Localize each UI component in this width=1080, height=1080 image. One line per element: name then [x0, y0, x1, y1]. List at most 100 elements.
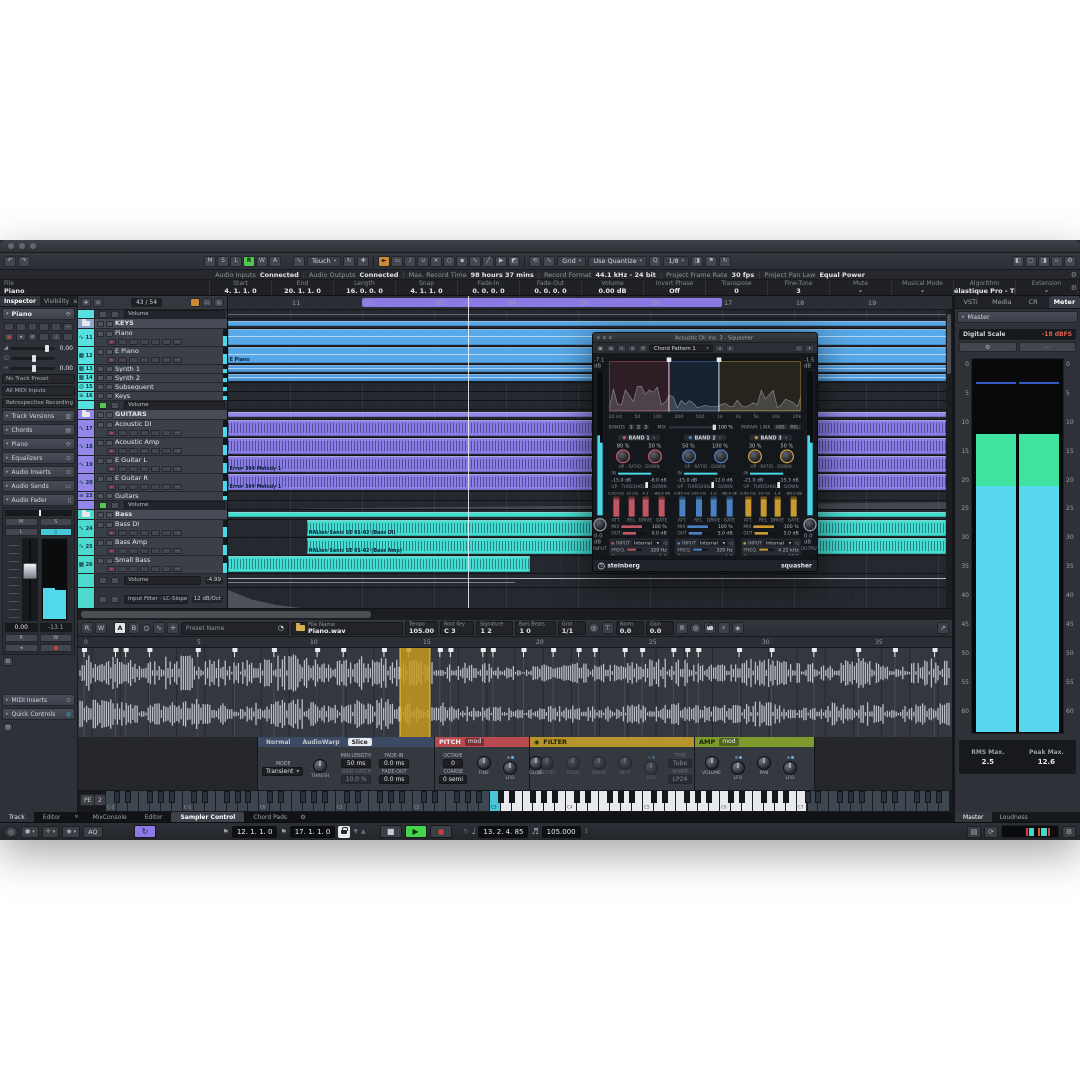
black-key[interactable] [761, 791, 767, 803]
automation-icon[interactable]: ∿ [293, 256, 305, 267]
mute-button[interactable] [97, 393, 104, 399]
more-button[interactable]: ⋯ [173, 530, 182, 536]
crossover-2-handle[interactable] [718, 357, 719, 412]
arrange-row-volume[interactable] [228, 310, 946, 319]
black-key[interactable] [925, 791, 931, 803]
edit-channel-button[interactable] [129, 466, 138, 472]
mute-button[interactable] [97, 476, 104, 482]
info-field-file[interactable]: FilePiano [0, 280, 210, 295]
info-gear-icon[interactable]: ⚙ [1071, 284, 1077, 292]
black-key[interactable] [859, 791, 865, 803]
mute-button[interactable] [97, 440, 104, 446]
envelope-slider[interactable] [761, 497, 767, 517]
mute-button[interactable] [97, 384, 104, 390]
inspector-track-header[interactable]: ▾ Piano ⟳ [2, 308, 75, 320]
close-editor-icon[interactable]: ✕ [69, 812, 83, 822]
black-key[interactable] [837, 791, 843, 803]
meter-reset-icon[interactable]: ⋯ [1019, 342, 1077, 352]
punch-mode-combo[interactable]: ✛▾ [42, 826, 60, 838]
timewarp-tool-icon[interactable]: ∿ [469, 256, 481, 267]
inspector-settings-gear-icon[interactable]: ⚙ [3, 723, 13, 732]
right-locator-value[interactable]: 17. 1. 1. 0 [290, 826, 336, 838]
track-e-piano[interactable]: ▦12E Piano⋯ [78, 347, 227, 365]
lane-button[interactable] [51, 323, 61, 331]
read-button[interactable] [151, 548, 160, 554]
tab-vsti[interactable]: VSTi [955, 296, 986, 308]
flip-icon[interactable]: Я [676, 622, 688, 634]
black-key[interactable] [399, 791, 405, 803]
sync-icon[interactable]: ⟳ [984, 826, 998, 838]
color-tool-icon[interactable]: ◩ [508, 256, 520, 267]
record-enable-button[interactable] [4, 333, 14, 341]
timebase-button[interactable]: ♩ [51, 333, 61, 341]
up-knob[interactable] [748, 449, 762, 463]
status-value[interactable]: Equal Power [819, 271, 864, 279]
row-input-filter-lc-slope[interactable]: Input Filter - LC-Slope12 dB/Oct [78, 588, 227, 608]
plugin-copy-icon[interactable]: ⊕ [628, 344, 637, 351]
solo-button[interactable] [106, 412, 113, 418]
return-to-start-icon[interactable]: ↻ [464, 828, 469, 835]
black-key[interactable] [772, 791, 778, 803]
track-preset-row[interactable]: No Track Preset [2, 374, 75, 384]
arrange-row-piano[interactable] [228, 329, 946, 347]
envelope-slider[interactable] [711, 497, 717, 517]
read-button[interactable] [151, 484, 160, 490]
fader-settings-gear-icon[interactable]: ⚙ [3, 657, 13, 666]
select-tool-icon[interactable]: ► [378, 256, 390, 267]
solo-button[interactable] [106, 540, 113, 546]
solo-button[interactable] [106, 458, 113, 464]
black-key[interactable] [618, 791, 624, 803]
mute-tool-icon[interactable]: ▪ [456, 256, 468, 267]
solo-button[interactable] [106, 440, 113, 446]
lfo-knob[interactable] [783, 761, 797, 775]
sc-listen-icon[interactable]: ◁ [795, 540, 799, 545]
status-value[interactable]: 98 hours 37 mins [471, 271, 534, 279]
more-button[interactable]: ⋯ [173, 430, 182, 436]
sc-row-slider[interactable] [627, 549, 642, 551]
global-m-button[interactable]: M [204, 256, 216, 267]
info-field-end[interactable]: End20. 1. 1. 0 [272, 280, 334, 295]
solo-button[interactable] [106, 331, 113, 337]
toolbar-settings-gear-icon[interactable]: ⚙ [1064, 256, 1076, 267]
editor-b-button[interactable]: B [128, 622, 140, 634]
down-knob[interactable] [780, 449, 794, 463]
transport-menu-icon[interactable]: ◎ [4, 826, 18, 838]
arrange-row-guitars[interactable] [228, 410, 946, 420]
audio-event[interactable] [228, 329, 946, 345]
sc-listen-icon[interactable]: ◁ [663, 540, 667, 545]
plugin-view-icon[interactable]: ▭ [795, 344, 804, 351]
row-volume[interactable]: Volume [78, 401, 227, 410]
editor-a-button[interactable]: A [114, 622, 126, 634]
status-value[interactable]: 44.1 kHz - 24 bit [595, 271, 655, 279]
edit-channel-button[interactable] [129, 448, 138, 454]
glue-tool-icon[interactable]: ∪ [417, 256, 429, 267]
undo-icon[interactable]: ↶ [4, 256, 16, 267]
row-keys[interactable]: KEYS [78, 319, 227, 329]
inserts-state-button[interactable] [140, 548, 149, 554]
audio-event[interactable] [228, 420, 946, 436]
zoom-tool-icon[interactable]: ○ [443, 256, 455, 267]
inserts-state-button[interactable] [140, 466, 149, 472]
read-button[interactable] [151, 530, 160, 536]
editor-write-button[interactable]: W [95, 622, 107, 634]
fader-solo-button[interactable]: S [40, 518, 73, 526]
cycle-region[interactable] [362, 298, 722, 307]
plugin-minimize-icon[interactable] [603, 336, 606, 339]
tab-normal[interactable]: Normal [262, 738, 294, 746]
read-button[interactable] [151, 430, 160, 436]
black-key[interactable] [728, 791, 734, 803]
arrange-row-e-piano[interactable]: E Piano [228, 347, 946, 365]
iterative-quantize-icon[interactable]: ◨ [691, 256, 703, 267]
coarse-value[interactable]: 0 semi [439, 775, 467, 784]
erase-tool-icon[interactable]: ✕ [430, 256, 442, 267]
mute-button[interactable] [97, 522, 104, 528]
section-midi-inserts[interactable]: ▸MIDI Inserts⊙ [2, 694, 75, 706]
track-bass-amp[interactable]: ∿25Bass Amp⋯ [78, 538, 227, 556]
monitor-button[interactable] [118, 484, 127, 490]
inserts-state-button[interactable] [140, 530, 149, 536]
volume-slider-handle[interactable] [45, 345, 49, 352]
section-chords[interactable]: ▸Chords▤ [2, 424, 75, 436]
range-tool-icon[interactable]: ▭ [391, 256, 403, 267]
pitch-mod-badge[interactable]: mod [465, 738, 484, 746]
maximize-window-icon[interactable] [30, 243, 36, 249]
